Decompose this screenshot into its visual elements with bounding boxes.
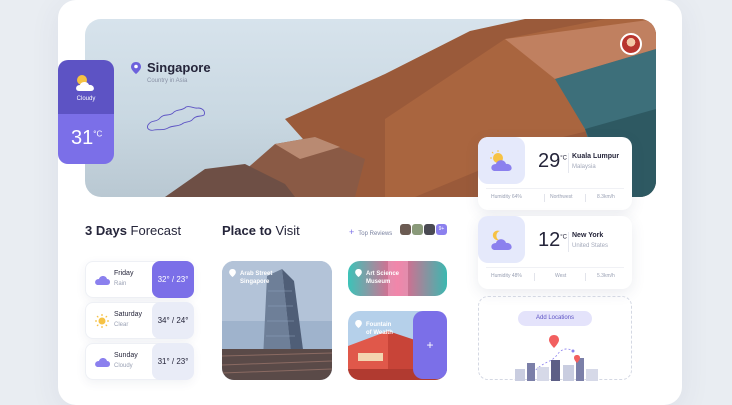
place-card-arab-street[interactable] bbox=[222, 261, 332, 380]
city-name: Kuala Lumpur bbox=[572, 153, 620, 160]
city-card-kuala-lumpur[interactable]: 29°C Kuala Lumpur Malaysia Humidity 64% … bbox=[478, 137, 632, 210]
divider bbox=[585, 273, 586, 281]
sun-cloud-icon bbox=[76, 75, 94, 91]
plus-icon: + bbox=[349, 227, 355, 237]
forecast-temp: 31° / 23° bbox=[152, 343, 194, 380]
place-name: Fountain of Wealth bbox=[366, 322, 393, 336]
divider bbox=[568, 232, 569, 252]
city-country: United States bbox=[572, 243, 609, 249]
forecast-day: Saturday bbox=[114, 311, 143, 318]
forecast-condition: Clear bbox=[114, 322, 129, 328]
reviewers-count[interactable]: 9+ bbox=[436, 224, 447, 235]
city-wind-direction: West bbox=[555, 273, 567, 279]
forecast-day: Friday bbox=[114, 270, 134, 277]
divider bbox=[568, 153, 569, 173]
city-country: Malaysia bbox=[572, 164, 596, 170]
hero-country: Country in Asia bbox=[147, 78, 188, 84]
add-locations-panel bbox=[478, 296, 632, 381]
forecast-row-sunday[interactable]: Sunday Cloudy 31° / 23° bbox=[85, 343, 194, 380]
forecast-temp: 32° / 23° bbox=[152, 261, 194, 298]
current-weather-badge bbox=[58, 60, 114, 118]
location-pin-icon bbox=[229, 269, 236, 277]
reviewer-avatar[interactable] bbox=[412, 224, 423, 235]
cloud-icon bbox=[95, 358, 110, 367]
city-wind-speed: 5.3km/h bbox=[597, 273, 615, 279]
current-condition: Cloudy bbox=[76, 96, 96, 102]
top-reviews-link[interactable]: + Top Reviews bbox=[349, 227, 392, 237]
add-locations-button[interactable]: Add Locations bbox=[518, 311, 592, 326]
forecast-row-saturday[interactable]: Saturday Clear 34° / 24° bbox=[85, 302, 194, 339]
place-name: Art Science Museum bbox=[366, 271, 400, 285]
city-temp: 12°C bbox=[538, 229, 567, 251]
sun-cloud-icon bbox=[490, 150, 512, 171]
user-avatar[interactable] bbox=[620, 33, 642, 55]
reviewer-avatar[interactable] bbox=[400, 224, 411, 235]
forecast-condition: Rain bbox=[114, 281, 127, 287]
forecast-title: 3 Days Forecast bbox=[85, 223, 182, 238]
city-card-new-york[interactable]: 12°C New York United States Humidity 48%… bbox=[478, 216, 632, 289]
cloud-icon bbox=[95, 276, 110, 285]
divider bbox=[544, 194, 545, 202]
hero-city-name: Singapore bbox=[147, 60, 211, 75]
sun-icon bbox=[95, 314, 109, 328]
divider bbox=[585, 194, 586, 202]
divider bbox=[486, 188, 624, 189]
location-pin-icon bbox=[355, 269, 362, 277]
forecast-condition: Cloudy bbox=[114, 363, 133, 369]
divider bbox=[534, 273, 535, 281]
forecast-temp: 34° / 24° bbox=[152, 302, 194, 339]
location-pin-icon bbox=[131, 62, 141, 74]
current-temp: 31°C bbox=[71, 127, 103, 149]
city-skyline-illustration bbox=[515, 335, 598, 381]
city-humidity: Humidity 64% bbox=[491, 194, 522, 200]
place-name: Arab Street Singapore bbox=[240, 271, 273, 285]
city-wind-speed: 8.3km/h bbox=[597, 194, 615, 200]
city-weather-thumb bbox=[478, 216, 525, 263]
city-humidity: Humidity 48% bbox=[491, 273, 522, 279]
city-wind-direction: Northwest bbox=[550, 194, 573, 200]
places-title: Place to Visit bbox=[222, 223, 300, 238]
divider bbox=[486, 267, 624, 268]
reviewer-avatar[interactable] bbox=[424, 224, 435, 235]
city-weather-thumb bbox=[478, 137, 525, 184]
location-pin-icon bbox=[355, 320, 362, 328]
forecast-day: Sunday bbox=[114, 352, 138, 359]
moon-cloud-icon bbox=[491, 230, 512, 250]
forecast-row-friday[interactable]: Friday Rain 32° / 23° bbox=[85, 261, 194, 298]
place-photo bbox=[222, 261, 332, 380]
add-place-button[interactable]: + bbox=[413, 311, 447, 379]
city-temp: 29°C bbox=[538, 150, 567, 172]
singapore-map-outline bbox=[147, 106, 205, 131]
city-name: New York bbox=[572, 232, 604, 239]
